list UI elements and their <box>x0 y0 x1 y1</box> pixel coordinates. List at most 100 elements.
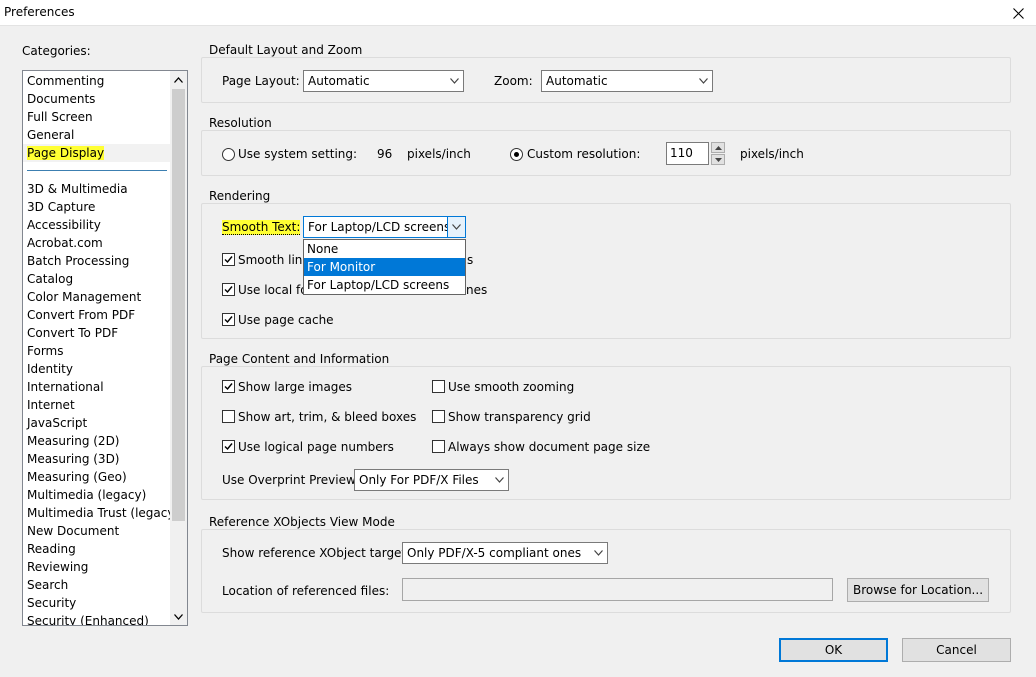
close-button[interactable] <box>1000 0 1036 26</box>
category-item-label: Security <box>27 596 77 610</box>
category-item-search[interactable]: Search <box>23 576 171 594</box>
checkmark-icon <box>224 286 233 294</box>
category-item-label: International <box>27 380 104 394</box>
page-cache-checkbox[interactable] <box>222 313 235 326</box>
scroll-down-button[interactable] <box>170 608 187 625</box>
category-item-reading[interactable]: Reading <box>23 540 171 558</box>
smooth-zooming-checkbox[interactable] <box>432 380 445 393</box>
system-setting-radio[interactable] <box>222 148 235 161</box>
document-page-size-label[interactable]: Always show document page size <box>448 440 650 454</box>
xobject-targets-select[interactable]: Only PDF/X-5 compliant ones <box>402 542 608 564</box>
smooth-text-option[interactable]: For Monitor <box>304 258 465 276</box>
smooth-zooming-label[interactable]: Use smooth zooming <box>448 380 574 394</box>
system-resolution-value: 96 <box>377 147 393 161</box>
show-large-images-checkbox[interactable] <box>222 380 235 393</box>
smooth-text-value: For Laptop/LCD screens <box>308 220 451 234</box>
transparency-grid-label[interactable]: Show transparency grid <box>448 410 591 424</box>
custom-resolution-input[interactable]: 110 <box>666 142 709 165</box>
category-item-label: Search <box>27 578 69 592</box>
category-item-label: Reading <box>27 542 76 556</box>
categories-scrollbar[interactable] <box>170 71 187 625</box>
category-item-label: Color Management <box>27 290 142 304</box>
custom-resolution-label[interactable]: Custom resolution: <box>527 147 640 161</box>
category-item-internet[interactable]: Internet <box>23 396 171 414</box>
category-item-commenting[interactable]: Commenting <box>23 72 171 90</box>
logical-page-numbers-label[interactable]: Use logical page numbers <box>238 440 394 454</box>
category-separator <box>23 162 171 180</box>
category-item-color-management[interactable]: Color Management <box>23 288 171 306</box>
category-item-label: New Document <box>27 524 120 538</box>
decrement-button[interactable] <box>711 154 725 165</box>
local-fonts-label[interactable]: Use local fo <box>238 283 308 297</box>
smooth-line-art-checkbox[interactable] <box>222 253 235 266</box>
category-item-label: Acrobat.com <box>27 236 103 250</box>
category-item-accessibility[interactable]: Accessibility <box>23 216 171 234</box>
category-item-label: Forms <box>27 344 64 358</box>
cancel-button[interactable]: Cancel <box>902 638 1011 662</box>
category-item-multimedia-legacy[interactable]: Multimedia (legacy) <box>23 486 171 504</box>
category-item-forms[interactable]: Forms <box>23 342 171 360</box>
zoom-value: Automatic <box>546 74 608 88</box>
browse-location-button[interactable]: Browse for Location... <box>847 578 989 602</box>
smooth-line-art-label[interactable]: Smooth line <box>238 253 310 267</box>
category-item-3d-capture[interactable]: 3D Capture <box>23 198 171 216</box>
show-large-images-label[interactable]: Show large images <box>238 380 352 394</box>
smooth-text-select[interactable]: For Laptop/LCD screens <box>303 216 466 238</box>
checkmark-icon <box>224 256 233 264</box>
logical-page-numbers-checkbox[interactable] <box>222 440 235 453</box>
scroll-thumb[interactable] <box>172 89 185 521</box>
category-item-measuring-3d[interactable]: Measuring (3D) <box>23 450 171 468</box>
category-item-javascript[interactable]: JavaScript <box>23 414 171 432</box>
category-item-convert-from-pdf[interactable]: Convert From PDF <box>23 306 171 324</box>
category-item-full-screen[interactable]: Full Screen <box>23 108 171 126</box>
category-item-multimedia-trust-legacy[interactable]: Multimedia Trust (legacy) <box>23 504 179 522</box>
category-item-measuring-geo[interactable]: Measuring (Geo) <box>23 468 171 486</box>
category-item-convert-to-pdf[interactable]: Convert To PDF <box>23 324 171 342</box>
category-item-reviewing[interactable]: Reviewing <box>23 558 171 576</box>
category-item-3d-multimedia[interactable]: 3D & Multimedia <box>23 180 171 198</box>
chevron-down-icon <box>447 217 465 237</box>
category-item-security-enhanced[interactable]: Security (Enhanced) <box>23 612 171 625</box>
page-layout-label: Page Layout: <box>222 74 300 88</box>
show-art-boxes-checkbox[interactable] <box>222 410 235 423</box>
window-title: Preferences <box>4 5 75 19</box>
ok-button[interactable]: OK <box>779 638 888 662</box>
category-item-label: Identity <box>27 362 73 376</box>
category-item-page-display[interactable]: Page Display <box>23 144 171 162</box>
overprint-select[interactable]: Only For PDF/X Files <box>354 469 509 491</box>
referenced-files-input[interactable] <box>402 578 833 601</box>
category-item-label: Batch Processing <box>27 254 130 268</box>
category-item-identity[interactable]: Identity <box>23 360 171 378</box>
category-item-international[interactable]: International <box>23 378 171 396</box>
category-item-security[interactable]: Security <box>23 594 171 612</box>
transparency-grid-checkbox[interactable] <box>432 410 445 423</box>
category-item-measuring-2d[interactable]: Measuring (2D) <box>23 432 171 450</box>
custom-resolution-unit: pixels/inch <box>740 147 804 161</box>
page-cache-label[interactable]: Use page cache <box>238 313 334 327</box>
category-item-label: Internet <box>27 398 75 412</box>
categories-list[interactable]: Commenting Documents Full Screen General Pag… <box>22 70 188 626</box>
custom-resolution-stepper[interactable]: 110 <box>666 142 726 165</box>
category-item-label: 3D & Multimedia <box>27 182 128 196</box>
custom-resolution-radio[interactable] <box>510 148 523 161</box>
local-fonts-checkbox[interactable] <box>222 283 235 296</box>
category-item-acrobat-com[interactable]: Acrobat.com <box>23 234 171 252</box>
category-item-label: Measuring (2D) <box>27 434 120 448</box>
zoom-select[interactable]: Automatic <box>541 70 713 92</box>
page-layout-select[interactable]: Automatic <box>303 70 464 92</box>
increment-button[interactable] <box>711 142 725 153</box>
category-item-new-document[interactable]: New Document <box>23 522 171 540</box>
smooth-text-option[interactable]: None <box>304 240 465 258</box>
category-item-documents[interactable]: Documents <box>23 90 171 108</box>
document-page-size-checkbox[interactable] <box>432 440 445 453</box>
scroll-up-button[interactable] <box>170 71 187 88</box>
smooth-line-art-label-tail: s <box>467 253 474 267</box>
smooth-text-dropdown-list[interactable]: None For Monitor For Laptop/LCD screens <box>303 239 466 295</box>
show-art-boxes-label[interactable]: Show art, trim, & bleed boxes <box>238 410 416 424</box>
system-setting-label[interactable]: Use system setting: <box>238 147 357 161</box>
smooth-text-option[interactable]: For Laptop/LCD screens <box>304 276 465 294</box>
title-bar: Preferences <box>0 0 1036 26</box>
category-item-catalog[interactable]: Catalog <box>23 270 171 288</box>
category-item-general[interactable]: General <box>23 126 171 144</box>
category-item-batch-processing[interactable]: Batch Processing <box>23 252 171 270</box>
